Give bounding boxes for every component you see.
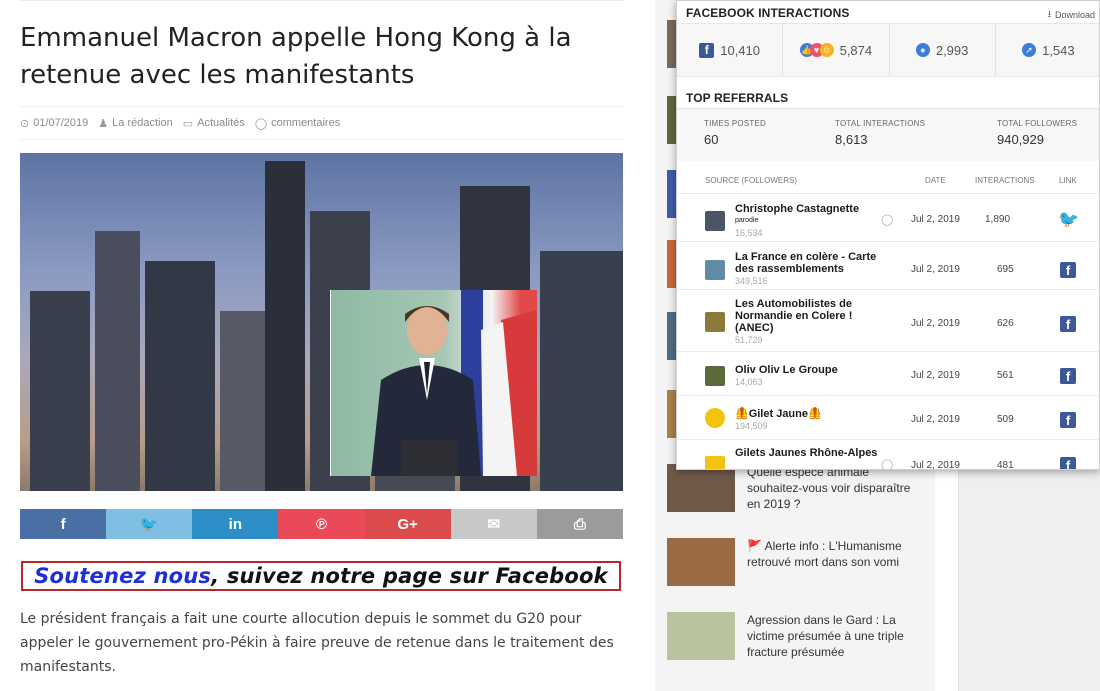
table-row: Gilets Jaunes Rhône-Alpes ◯ Jul 2, 2019 … [677,439,1099,470]
download-icon: ⭳ [1047,9,1051,19]
thumbnail [667,538,735,586]
share-bar: f 🐦 in ℗ G+ ✉ ⎙ [20,509,623,539]
table-row: Les Automobilistes de Normandie en Coler… [677,289,1099,352]
source-followers: 51,729 [735,335,763,345]
source-followers: 16,534 [735,228,763,238]
facebook-banner[interactable]: Soutenez nous, suivez notre page sur Fac… [21,561,621,591]
user-icon: ♟ [98,117,109,130]
row-interactions: 695 [997,264,1014,275]
facebook-link-icon[interactable]: f [1060,457,1076,469]
comment-icon: ◯ [881,214,894,226]
avatar [705,366,725,386]
meta-author[interactable]: ♟ La rédaction [98,117,172,130]
sidebar-right [958,470,1100,691]
avatar [705,408,725,428]
row-date: Jul 2, 2019 [911,264,960,275]
row-date: Jul 2, 2019 [911,370,960,381]
meta-category[interactable]: ▭ Actualités [183,117,245,130]
source-name[interactable]: Les Automobilistes de Normandie en Coler… [735,298,890,334]
sidebar-item[interactable]: 🚩 Alerte info : L'Humanisme retrouvé mor… [667,538,927,598]
twitter-link-icon[interactable]: 🐦 [1058,210,1079,230]
download-button[interactable]: ⭳ Download [1048,7,1095,23]
meta-date: ⊙ 01/07/2019 [20,117,89,130]
email-share-button[interactable]: ✉ [450,509,537,539]
interaction-stats: f 10,410 👍 ♥ ☺ 5,874 ● 2,993 ➚ 1,543 [677,23,1099,77]
facebook-icon: f [699,42,715,58]
table-row: Oliv Oliv Le Groupe 14,063 Jul 2, 2019 5… [677,351,1099,396]
facebook-share-button[interactable]: f [20,509,107,539]
comment-icon: ◯ [881,459,894,470]
article-body: Le président français a fait une courte … [20,611,614,675]
article-meta: ⊙ 01/07/2019 ♟ La rédaction ▭ Actualités ◯ c… [20,106,624,140]
row-interactions: 509 [997,414,1014,425]
stat-shares: f 10,410 [677,24,782,76]
source-followers: 194,509 [735,421,768,431]
total-interactions: TOTAL INTERACTIONS 8,613 [835,119,926,147]
folder-icon: ▭ [182,117,194,130]
referrals-title: TOP REFERRALS [686,91,789,105]
source-subtitle: parodie [735,217,759,224]
print-share-button[interactable]: ⎙ [536,509,623,539]
source-name[interactable]: Oliv Oliv Le Groupe [735,364,890,376]
divider [20,0,624,1]
clock-icon: ⊙ [20,117,30,130]
referral-summary: TIMES POSTED 60 TOTAL INTERACTIONS 8,613… [677,108,1099,161]
source-name[interactable]: Christophe Castagnette [735,203,890,215]
linkedin-share-button[interactable]: in [192,509,279,539]
source-name[interactable]: La France en colère - Carte des rassembl… [735,251,890,275]
avatar [705,260,725,280]
meta-comments[interactable]: ◯ commentaires [255,117,340,130]
referrals-table-header: SOURCE (FOLLOWERS) DATE INTERACTIONS LIN… [677,171,1099,193]
facebook-link-icon[interactable]: f [1060,412,1076,428]
article-title: Emmanuel Macron appelle Hong Kong à la r… [20,23,572,90]
stat-comments: ● 2,993 [888,24,995,76]
thumbnail [667,464,735,512]
header-date: DATE [925,176,946,185]
source-followers: 349,516 [735,276,768,286]
sidebar-item[interactable]: Quelle espèce animale souhaitez-vous voi… [667,464,927,524]
header-interactions: INTERACTIONS [975,176,1035,185]
row-date: Jul 2, 2019 [911,460,960,470]
pinterest-share-button[interactable]: ℗ [278,509,365,539]
comment-bubble-icon: ● [915,43,930,57]
stat-other: ➚ 1,543 [994,24,1099,76]
interactions-panel: FACEBOOK INTERACTIONS ⭳ Download f 10,410… [676,0,1100,470]
stat-reactions: 👍 ♥ ☺ 5,874 [782,24,888,76]
source-followers: 14,063 [735,377,763,387]
article: Emmanuel Macron appelle Hong Kong à la r… [0,0,640,691]
times-posted: TIMES POSTED 60 [704,119,766,147]
source-name[interactable]: Gilets Jaunes Rhône-Alpes [735,447,890,459]
facebook-link-icon[interactable]: f [1060,262,1076,278]
row-date: Jul 2, 2019 [911,318,960,329]
row-interactions: 561 [997,370,1014,381]
interactions-title: FACEBOOK INTERACTIONS [686,6,850,20]
macron-photo [330,290,537,476]
facebook-link-icon[interactable]: f [1060,368,1076,384]
header-source: SOURCE (FOLLOWERS) [705,176,798,185]
facebook-link-icon[interactable]: f [1060,316,1076,332]
header-link: LINK [1059,176,1077,185]
googleplus-share-button[interactable]: G+ [364,509,451,539]
sidebar-item[interactable]: Agression dans le Gard : La victime prés… [667,612,927,672]
map-thumbnail [667,612,735,660]
row-date: Jul 2, 2019 [911,214,960,225]
row-interactions: 481 [997,460,1014,470]
table-row: Christophe Castagnette parodie 16,534 ◯ … [677,193,1099,242]
table-row: 🦺Gilet Jaune🦺 194,509 Jul 2, 2019 509 f [677,395,1099,440]
row-interactions: 1,890 [985,214,1011,225]
avatar [705,312,725,332]
share-arrow-icon: ➚ [1022,43,1037,57]
twitter-share-button[interactable]: 🐦 [106,509,193,539]
table-row: La France en colère - Carte des rassembl… [677,241,1099,290]
source-name[interactable]: 🦺Gilet Jaune🦺 [735,408,890,420]
avatar [705,456,725,469]
row-interactions: 626 [997,318,1014,329]
hero-image [20,153,623,491]
reactions-icon: 👍 ♥ ☺ [799,43,834,57]
total-followers: TOTAL FOLLOWERS 940,929 [997,119,1078,147]
avatar [705,211,725,231]
comment-icon: ◯ [254,117,268,130]
row-date: Jul 2, 2019 [911,414,960,425]
